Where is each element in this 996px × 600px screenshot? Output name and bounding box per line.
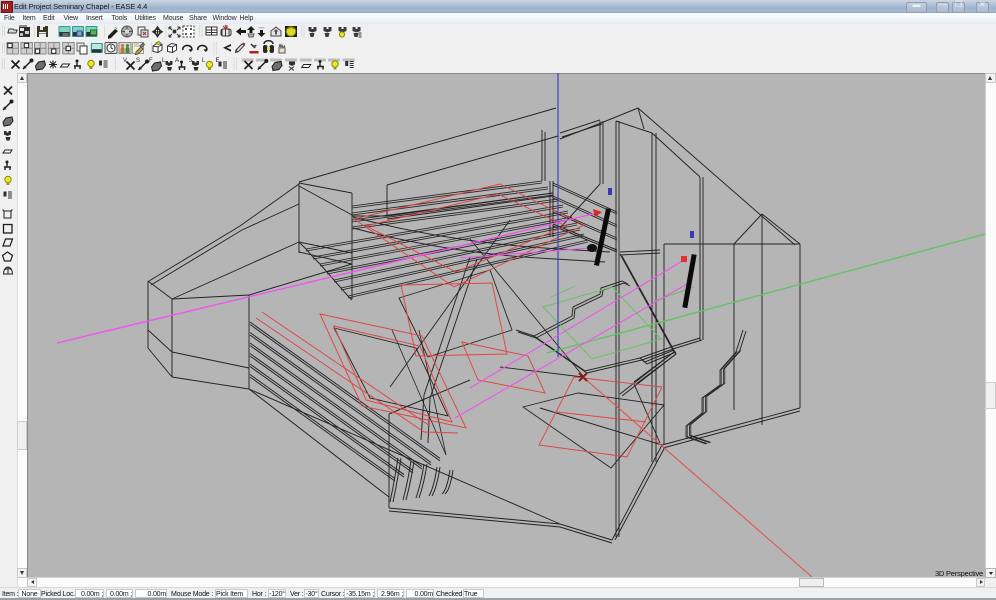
svg-text:F: F	[149, 58, 153, 64]
svg-text:V: V	[123, 58, 127, 64]
svg-text:A: A	[175, 58, 179, 64]
svg-text:L: L	[202, 58, 206, 64]
svg-text:S: S	[136, 58, 140, 64]
svg-text:L: L	[162, 58, 166, 64]
svg-text:S: S	[189, 58, 193, 64]
